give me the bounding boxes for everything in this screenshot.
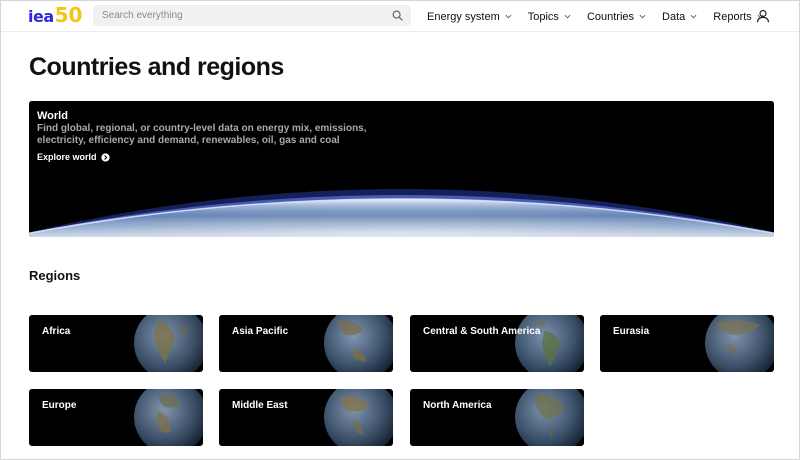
search-input[interactable]	[93, 5, 411, 26]
globe-image	[705, 315, 774, 372]
search-icon[interactable]	[392, 10, 403, 21]
logo-number: 50	[54, 3, 83, 27]
region-label: North America	[423, 400, 492, 411]
globe-image	[515, 315, 584, 372]
globe-image	[324, 315, 393, 372]
nav-data[interactable]: Data	[662, 11, 697, 23]
region-card-middle-east[interactable]: Middle East	[219, 389, 393, 446]
main-nav: Energy system Topics Countries Data Repo…	[427, 1, 780, 32]
region-card-africa[interactable]: Africa	[29, 315, 203, 372]
nav-countries[interactable]: Countries	[587, 11, 646, 23]
nav-topics[interactable]: Topics	[528, 11, 571, 23]
earth-horizon-image	[29, 101, 774, 237]
hero-description: Find global, regional, or country-level …	[37, 123, 367, 146]
arrow-circle-right-icon	[100, 152, 110, 162]
region-label: Eurasia	[613, 326, 650, 337]
region-label: Central & South America	[423, 326, 541, 337]
explore-world-link[interactable]: Explore world	[37, 152, 110, 162]
explore-world-label: Explore world	[37, 152, 97, 162]
hero-title: World	[37, 110, 68, 122]
globe-image	[134, 315, 203, 372]
nav-label: Topics	[527, 10, 559, 23]
region-card-asia-pacific[interactable]: Asia Pacific	[219, 315, 393, 372]
page-title: Countries and regions	[29, 53, 284, 81]
site-header: iea50 Energy system Topics Countries Dat…	[1, 1, 799, 32]
chevron-down-icon	[505, 14, 512, 19]
chevron-down-icon	[639, 14, 646, 19]
iea-logo[interactable]: iea 50	[28, 5, 82, 27]
globe-image	[324, 389, 393, 446]
region-label: Africa	[42, 326, 71, 337]
region-label: Europe	[42, 400, 77, 411]
region-label: Middle East	[232, 400, 288, 411]
nav-label: Reports	[713, 10, 752, 23]
nav-label: Energy system	[427, 10, 500, 23]
region-label: Asia Pacific	[232, 326, 289, 337]
chevron-down-icon	[564, 14, 571, 19]
user-icon[interactable]	[756, 9, 770, 23]
regions-heading: Regions	[29, 268, 81, 283]
nav-energy-system[interactable]: Energy system	[427, 11, 512, 23]
chevron-down-icon	[690, 14, 697, 19]
region-card-north-america[interactable]: North America	[410, 389, 584, 446]
region-card-central-south-america[interactable]: Central & South America	[410, 315, 584, 372]
logo-text: iea	[28, 7, 54, 26]
region-card-eurasia[interactable]: Eurasia	[600, 315, 774, 372]
region-card-europe[interactable]: Europe	[29, 389, 203, 446]
globe-image	[515, 389, 584, 446]
nav-label: Countries	[586, 10, 635, 23]
globe-image	[134, 389, 203, 446]
nav-label: Data	[662, 10, 686, 23]
search-box	[93, 5, 411, 26]
world-hero-card[interactable]: World Find global, regional, or country-…	[29, 101, 774, 237]
